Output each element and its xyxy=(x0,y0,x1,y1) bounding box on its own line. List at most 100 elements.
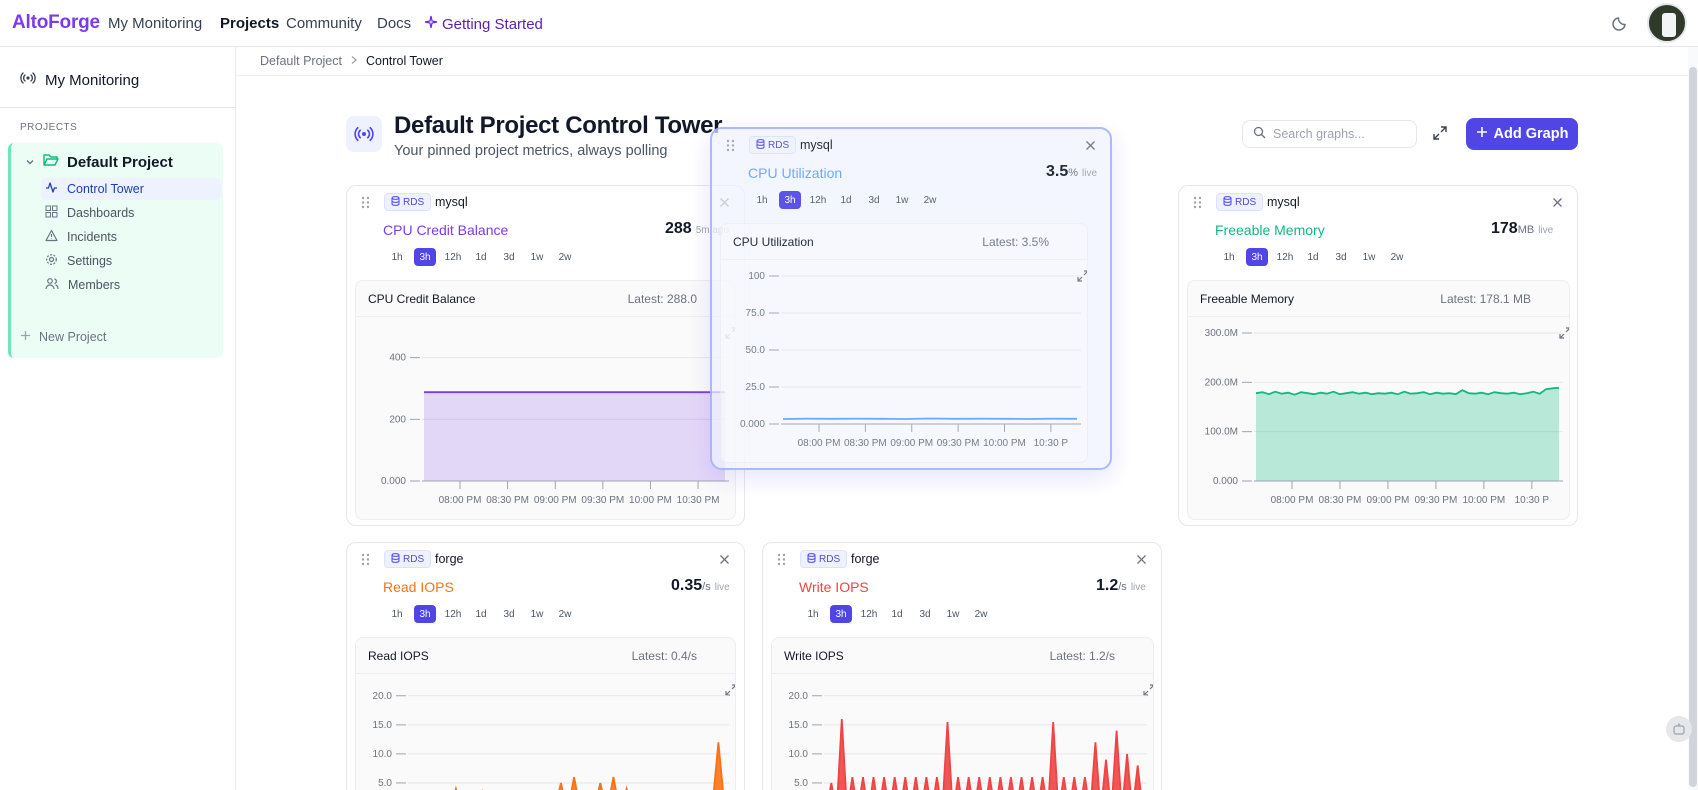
range-button-1w[interactable]: 1w xyxy=(523,248,551,266)
drag-handle-icon[interactable] xyxy=(726,139,735,157)
sidebar-item-members[interactable]: Members xyxy=(41,274,221,296)
sidebar-item-settings[interactable]: Settings xyxy=(41,250,221,272)
cpu-credit-balance-card[interactable]: RDSmysqlCPU Credit Balance2885m ago1h3h1… xyxy=(346,185,745,526)
range-button-1w[interactable]: 1w xyxy=(1355,248,1383,266)
rds-badge: RDS xyxy=(1216,193,1264,211)
drag-handle-icon[interactable] xyxy=(361,553,370,571)
nav-my-monitoring[interactable]: My Monitoring xyxy=(108,15,202,32)
nav-docs[interactable]: Docs xyxy=(377,15,411,32)
page-title: Default Project Control Tower xyxy=(394,112,723,139)
range-button-3d[interactable]: 3d xyxy=(911,605,939,623)
breadcrumb-parent[interactable]: Default Project xyxy=(260,54,342,68)
range-button-1d[interactable]: 1d xyxy=(832,191,860,209)
y-tick-label: 20.0 xyxy=(789,691,809,702)
help-icon[interactable] xyxy=(1666,716,1692,742)
range-button-1h[interactable]: 1h xyxy=(799,605,827,623)
chart-header: Write IOPS Latest: 1.2/s xyxy=(772,638,1153,696)
sidebar-project-header[interactable]: Default Project xyxy=(25,153,173,171)
range-button-3d[interactable]: 3d xyxy=(1327,248,1355,266)
nav-getting-started[interactable]: Getting Started xyxy=(424,15,543,33)
range-button-12h[interactable]: 12h xyxy=(855,605,883,623)
rds-badge-label: RDS xyxy=(768,139,790,151)
range-button-12h[interactable]: 12h xyxy=(439,605,467,623)
chart-latest-value: Latest: 0.4/s xyxy=(631,649,697,663)
range-button-1w[interactable]: 1w xyxy=(888,191,916,209)
range-button-3d[interactable]: 3d xyxy=(495,248,523,266)
close-icon[interactable] xyxy=(1136,552,1147,569)
range-button-12h[interactable]: 12h xyxy=(804,191,832,209)
range-button-3d[interactable]: 3d xyxy=(860,191,888,209)
y-tick-label: 200.0M xyxy=(1205,377,1238,388)
read-iops-card[interactable]: RDS forge Read IOPS 0.35/s live 1h 3h 12h 1d 3d 1w… xyxy=(346,542,745,790)
scrollbar-thumb[interactable] xyxy=(1689,67,1697,787)
range-button-2w[interactable]: 2w xyxy=(551,605,579,623)
cpu-utilization-card[interactable]: RDS mysql CPU Utilization 3.5% live 1h 3h 12h 1d… xyxy=(710,127,1112,470)
chart-panel: Read IOPS Latest: 0.4/s 20.0 15.0 10.0 5.0 xyxy=(355,637,736,790)
range-button-3h[interactable]: 3h xyxy=(830,605,852,623)
sidebar-item-control-tower[interactable]: Control Tower xyxy=(41,178,221,200)
sparkle-icon xyxy=(424,15,438,33)
range-button-2w[interactable]: 2w xyxy=(1383,248,1411,266)
range-button-2w[interactable]: 2w xyxy=(967,605,995,623)
range-button-3d[interactable]: 3d xyxy=(495,605,523,623)
x-tick-label: 10:00 PM xyxy=(629,495,672,506)
sidebar-item-label: Dashboards xyxy=(67,206,135,220)
moon-icon[interactable] xyxy=(1612,14,1629,36)
write-iops-card[interactable]: RDS forge Write IOPS 1.2/s live 1h 3h 12h 1d 3d 1w… xyxy=(762,542,1162,790)
range-button-1d[interactable]: 1d xyxy=(467,248,495,266)
range-button-1h[interactable]: 1h xyxy=(748,191,776,209)
search-input[interactable]: Search graphs... xyxy=(1242,120,1417,148)
range-button-3h[interactable]: 3h xyxy=(414,248,436,266)
range-button-3h[interactable]: 3h xyxy=(1246,248,1268,266)
app-root: { "nav": { "brand": "AltoForge", "links"… xyxy=(0,0,1698,790)
close-icon[interactable] xyxy=(1085,138,1096,155)
metric-name: Read IOPS xyxy=(383,579,454,595)
freeable-memory-card[interactable]: RDS mysql Freeable Memory 178MB live 1h 3h 12h 1… xyxy=(1178,185,1578,526)
user-avatar[interactable] xyxy=(1647,3,1687,43)
x-tick-label: 10:30 PM xyxy=(677,495,720,506)
range-button-12h[interactable]: 12h xyxy=(439,248,467,266)
range-button-1w[interactable]: 1w xyxy=(939,605,967,623)
drag-handle-icon[interactable] xyxy=(361,196,370,214)
new-project-button[interactable]: New Project xyxy=(20,330,106,344)
range-button-1w[interactable]: 1w xyxy=(523,605,551,623)
metric-value-number: 1.2 xyxy=(1096,577,1119,594)
range-button-1d[interactable]: 1d xyxy=(467,605,495,623)
close-icon[interactable] xyxy=(1552,195,1563,212)
x-tick-label: 08:00 PM xyxy=(439,495,482,506)
range-button-1d[interactable]: 1d xyxy=(1299,248,1327,266)
sidebar-my-monitoring[interactable]: My Monitoring xyxy=(20,70,139,90)
scrollbar[interactable] xyxy=(1688,47,1698,790)
brand-logo[interactable]: AltoForge xyxy=(12,12,100,34)
chevron-down-icon[interactable] xyxy=(25,154,35,171)
metric-value-number: 178 xyxy=(1491,220,1518,237)
y-tick-label: 5.0 xyxy=(378,778,392,789)
drag-handle-icon[interactable] xyxy=(1193,196,1202,214)
range-button-3h[interactable]: 3h xyxy=(779,191,801,209)
sidebar-item-incidents[interactable]: Incidents xyxy=(41,226,221,248)
nav-projects[interactable]: Projects xyxy=(220,15,279,32)
range-button-1h[interactable]: 1h xyxy=(383,248,411,266)
range-button-12h[interactable]: 12h xyxy=(1271,248,1299,266)
expand-icon[interactable] xyxy=(1432,125,1448,146)
nav-community[interactable]: Community xyxy=(286,15,362,32)
drag-handle-icon[interactable] xyxy=(777,553,786,571)
sidebar-item-dashboards[interactable]: Dashboards xyxy=(41,202,221,224)
range-button-1d[interactable]: 1d xyxy=(883,605,911,623)
range-button-2w[interactable]: 2w xyxy=(551,248,579,266)
range-button-3h[interactable]: 3h xyxy=(414,605,436,623)
y-tick-label: 5.0 xyxy=(794,778,808,789)
chart-latest-value: Latest: 288.0 xyxy=(627,292,697,306)
add-graph-button[interactable]: Add Graph xyxy=(1466,118,1578,150)
metric-value: 178MB live xyxy=(1491,220,1553,238)
range-button-1h[interactable]: 1h xyxy=(383,605,411,623)
range-button-2w[interactable]: 2w xyxy=(916,191,944,209)
rds-badge: RDS xyxy=(384,550,432,568)
metric-value-unit: MB xyxy=(1517,224,1535,236)
sidebar-project-group: Default Project Control Tower Dashboards… xyxy=(8,143,223,358)
chart-title: Read IOPS xyxy=(368,649,429,663)
close-icon[interactable] xyxy=(719,552,730,569)
range-button-1h[interactable]: 1h xyxy=(1215,248,1243,266)
rds-badge: RDS xyxy=(800,550,848,568)
sidebar-section-label: PROJECTS xyxy=(20,122,78,133)
